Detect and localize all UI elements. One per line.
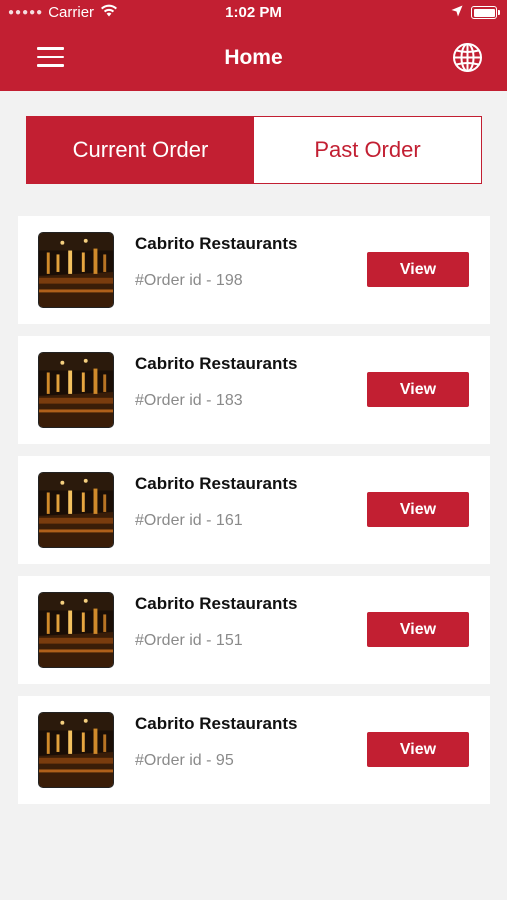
view-button[interactable]: View	[367, 612, 469, 647]
restaurant-name: Cabrito Restaurants	[135, 354, 298, 373]
restaurant-name: Cabrito Restaurants	[135, 594, 298, 613]
page-title: Home	[224, 46, 283, 69]
navigation-bar: Home	[0, 26, 507, 91]
globe-icon[interactable]	[452, 42, 483, 73]
order-card[interactable]: Cabrito Restaurants #Order id - 161 View	[18, 456, 490, 564]
status-time: 1:02 PM	[225, 4, 282, 21]
order-id: #Order id - 183	[135, 392, 243, 409]
order-id: #Order id - 161	[135, 512, 243, 529]
view-button[interactable]: View	[367, 252, 469, 287]
restaurant-thumbnail	[38, 472, 114, 548]
tab-current-order[interactable]: Current Order	[27, 117, 254, 183]
order-card[interactable]: Cabrito Restaurants #Order id - 183 View	[18, 336, 490, 444]
order-list: Cabrito Restaurants #Order id - 198 View	[18, 216, 490, 816]
restaurant-name: Cabrito Restaurants	[135, 474, 298, 493]
order-id: #Order id - 95	[135, 752, 234, 769]
restaurant-thumbnail	[38, 592, 114, 668]
view-button[interactable]: View	[367, 732, 469, 767]
status-bar: ●●●●● Carrier 1:02 PM	[0, 0, 507, 26]
restaurant-name: Cabrito Restaurants	[135, 234, 298, 253]
battery-icon	[471, 6, 500, 19]
tab-past-order[interactable]: Past Order	[254, 117, 481, 183]
restaurant-thumbnail	[38, 232, 114, 308]
top-app-bar: ●●●●● Carrier 1:02 PM Home	[0, 0, 507, 91]
view-button[interactable]: View	[367, 372, 469, 407]
order-tabs: Current Order Past Order	[26, 116, 482, 184]
restaurant-thumbnail	[38, 712, 114, 788]
status-right	[451, 4, 500, 21]
order-card[interactable]: Cabrito Restaurants #Order id - 198 View	[18, 216, 490, 324]
location-arrow-icon	[451, 4, 463, 21]
order-card[interactable]: Cabrito Restaurants #Order id - 95 View	[18, 696, 490, 804]
restaurant-name: Cabrito Restaurants	[135, 714, 298, 733]
restaurant-thumbnail	[38, 352, 114, 428]
view-button[interactable]: View	[367, 492, 469, 527]
order-card[interactable]: Cabrito Restaurants #Order id - 151 View	[18, 576, 490, 684]
order-id: #Order id - 198	[135, 272, 243, 289]
order-id: #Order id - 151	[135, 632, 243, 649]
